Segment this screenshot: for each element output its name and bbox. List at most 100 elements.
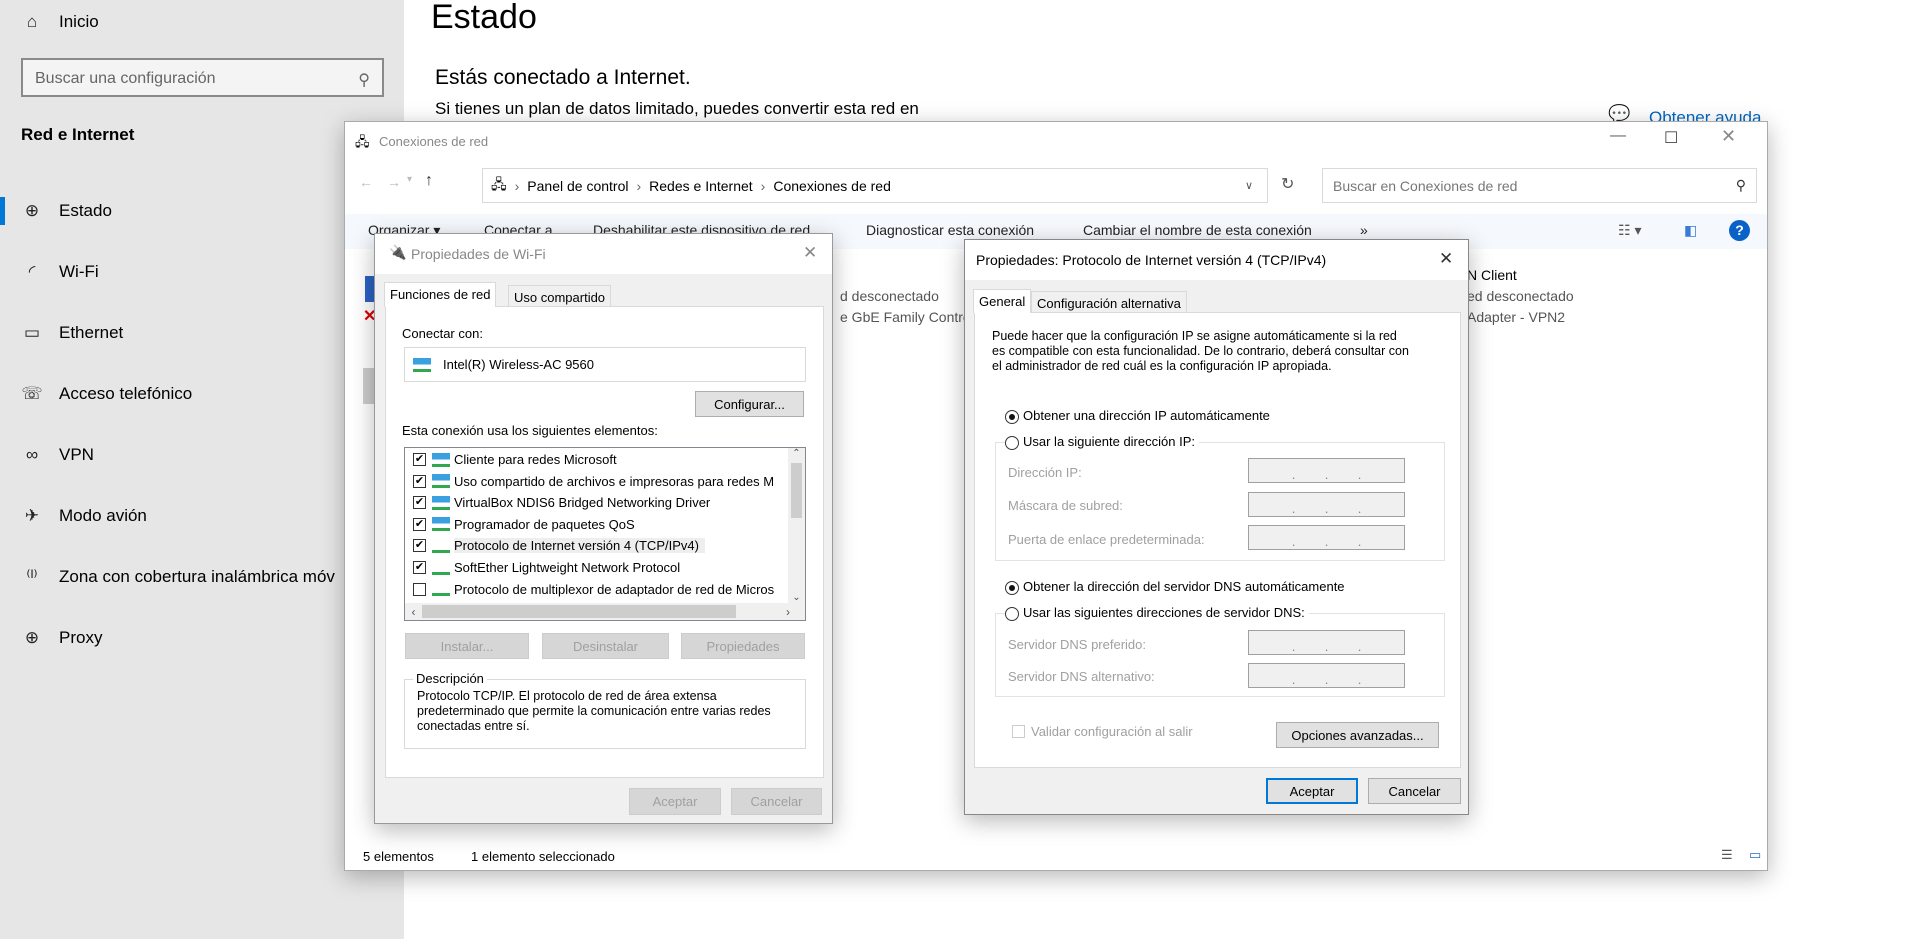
network-component-icon: [432, 495, 450, 510]
scroll-thumb[interactable]: [422, 605, 736, 618]
elements-list[interactable]: ✔ Cliente para redes Microsoft ✔ Uso compar…: [404, 447, 806, 621]
alternate-dns-field[interactable]: ...: [1248, 663, 1405, 688]
radio-selected: [1005, 580, 1019, 595]
close-button[interactable]: ✕: [803, 243, 817, 263]
maximize-button[interactable]: ☐: [1664, 128, 1678, 148]
ok-button[interactable]: Aceptar: [629, 788, 721, 815]
breadcrumb-item[interactable]: Conexiones de red: [773, 178, 891, 194]
properties-button[interactable]: Propiedades: [681, 633, 805, 659]
checkbox-checked[interactable]: ✔: [413, 561, 426, 574]
intro-text: Puede hacer que la configuración IP se a…: [992, 329, 1409, 373]
list-item[interactable]: ✔ Uso compartido de archivos e impresoras…: [413, 471, 780, 492]
checkbox-checked[interactable]: ✔: [413, 453, 426, 466]
minimize-button[interactable]: —: [1610, 127, 1626, 145]
list-item[interactable]: ✔ SoftEther Lightweight Network Protocol: [413, 557, 686, 578]
tab-general[interactable]: General: [973, 289, 1032, 313]
dns-auto-radio[interactable]: Obtener la dirección del servidor DNS au…: [1005, 579, 1345, 595]
details-view-icon[interactable]: ☰: [1721, 847, 1733, 863]
configure-button[interactable]: Configurar...: [695, 391, 804, 417]
preview-pane-icon[interactable]: ◧: [1684, 222, 1697, 239]
ip-auto-radio[interactable]: Obtener una dirección IP automáticamente: [1005, 408, 1270, 424]
vertical-scrollbar[interactable]: ⌃ ⌄: [788, 448, 805, 603]
tab-alternate[interactable]: Configuración alternativa: [1031, 291, 1187, 313]
gateway-field[interactable]: ...: [1248, 525, 1405, 550]
up-button[interactable]: ↑: [425, 172, 433, 190]
list-item[interactable]: ✔ Programador de paquetes QoS: [413, 514, 641, 535]
cancel-button[interactable]: Cancelar: [1368, 778, 1461, 804]
vpn-icon: ∞: [25, 445, 39, 464]
list-item[interactable]: ✔ Protocolo de Internet versión 4 (TCP/IP…: [413, 535, 705, 556]
scroll-up-icon[interactable]: ⌃: [788, 448, 805, 459]
validate-checkbox[interactable]: Validar configuración al salir: [1012, 724, 1193, 739]
sidebar-item-label: Zona con cobertura inalámbrica móv: [59, 567, 335, 586]
globe-icon: ⊕: [24, 628, 40, 647]
breadcrumb-item[interactable]: Panel de control: [527, 178, 628, 194]
home-icon: ⌂: [26, 12, 38, 31]
list-item[interactable]: ✔ VirtualBox NDIS6 Bridged Networking Dri…: [413, 492, 716, 513]
globe-status-icon: ⊕: [24, 201, 40, 220]
scroll-down-icon[interactable]: ⌄: [788, 592, 805, 603]
wifi-icon: ◜: [28, 262, 36, 281]
help-icon[interactable]: ?: [1729, 220, 1750, 241]
checkbox-checked[interactable]: ✔: [413, 496, 426, 510]
data-plan-text: Si tienes un plan de datos limitado, pue…: [435, 99, 919, 118]
sidebar-item-label: Ethernet: [59, 323, 124, 342]
preferred-dns-field[interactable]: ...: [1248, 630, 1405, 655]
checkbox-checked[interactable]: ✔: [413, 539, 426, 553]
description-text: Protocolo TCP/IP. El protocolo de red de…: [417, 689, 771, 733]
page-title: Estado: [431, 0, 537, 36]
list-item[interactable]: ✔ Cliente para redes Microsoft: [413, 449, 623, 470]
advanced-options-button[interactable]: Opciones avanzadas...: [1276, 722, 1439, 748]
sidebar-item-label: Acceso telefónico: [59, 384, 193, 403]
toolbar-button[interactable]: Cambiar el nombre de esta conexión: [1083, 222, 1312, 238]
dialog-title: Propiedades: Protocolo de Internet versi…: [976, 252, 1327, 268]
forward-button[interactable]: →: [387, 174, 401, 190]
refresh-button[interactable]: ↻: [1281, 174, 1294, 194]
settings-search-input[interactable]: Buscar una configuración ⚲: [21, 58, 384, 97]
folder-search-input[interactable]: Buscar en Conexiones de red ⚲: [1322, 168, 1757, 203]
connection-item-partial[interactable]: d desconectado e GbE Family Contro: [840, 286, 971, 328]
subnet-mask-field[interactable]: ...: [1248, 492, 1405, 517]
install-button[interactable]: Instalar...: [405, 633, 529, 659]
tab-sharing[interactable]: Uso compartido: [508, 285, 612, 307]
preferred-dns-label: Servidor DNS preferido:: [1008, 637, 1146, 652]
close-button[interactable]: ✕: [1721, 126, 1736, 147]
ip-manual-radio[interactable]: Usar la siguiente dirección IP:: [1005, 434, 1199, 450]
search-icon: ⚲: [358, 72, 370, 89]
list-item[interactable]: Protocolo de multiplexor de adaptador de…: [413, 579, 780, 600]
checkbox-checked[interactable]: ✔: [413, 517, 426, 531]
elements-label: Esta conexión usa los siguientes element…: [402, 423, 658, 438]
back-button[interactable]: ←: [359, 174, 373, 190]
scroll-right-icon[interactable]: ›: [771, 605, 805, 619]
network-component-icon: [432, 517, 450, 532]
network-folder-icon: 🖧: [491, 175, 507, 192]
adapter-icon: 🔌: [389, 244, 407, 260]
breadcrumb-item[interactable]: Redes e Internet: [649, 178, 753, 194]
alternate-dns-label: Servidor DNS alternativo:: [1008, 669, 1155, 684]
chevron-down-icon[interactable]: ∨: [1245, 179, 1253, 192]
connection-item-vpn[interactable]: N Client ed desconectado Adapter - VPN2: [1467, 265, 1574, 328]
scroll-left-icon[interactable]: ‹: [405, 605, 422, 619]
connect-label: Conectar con:: [402, 326, 483, 341]
toolbar-button[interactable]: »: [1360, 222, 1368, 238]
ip-address-field[interactable]: ...: [1248, 458, 1405, 483]
tab-network[interactable]: Funciones de red: [384, 282, 497, 307]
uninstall-button[interactable]: Desinstalar: [542, 633, 669, 659]
dns-manual-radio[interactable]: Usar las siguientes direcciones de servi…: [1005, 605, 1309, 621]
address-bar[interactable]: 🖧 › Panel de control › Redes e Internet › C…: [482, 168, 1268, 203]
tiles-view-icon[interactable]: ▭: [1749, 847, 1761, 863]
sidebar-item-label: Estado: [59, 201, 112, 220]
checkbox-checked[interactable]: ✔: [413, 474, 426, 488]
scroll-thumb[interactable]: [791, 463, 802, 518]
connection-status: Estás conectado a Internet.: [435, 66, 691, 89]
checkbox-unchecked[interactable]: [413, 582, 426, 596]
horizontal-scrollbar[interactable]: ‹ ›: [405, 603, 805, 620]
close-button[interactable]: ✕: [1439, 249, 1453, 269]
ok-button[interactable]: Aceptar: [1266, 778, 1358, 804]
cancel-button[interactable]: Cancelar: [731, 788, 822, 815]
network-adapter-icon: [413, 357, 431, 372]
recent-dropdown[interactable]: ▾: [407, 174, 412, 185]
view-options-icon[interactable]: ☷ ▾: [1618, 222, 1641, 239]
toolbar-button[interactable]: Diagnosticar esta conexión: [866, 222, 1034, 238]
sidebar-item-home[interactable]: ⌂ Inicio: [0, 0, 404, 44]
